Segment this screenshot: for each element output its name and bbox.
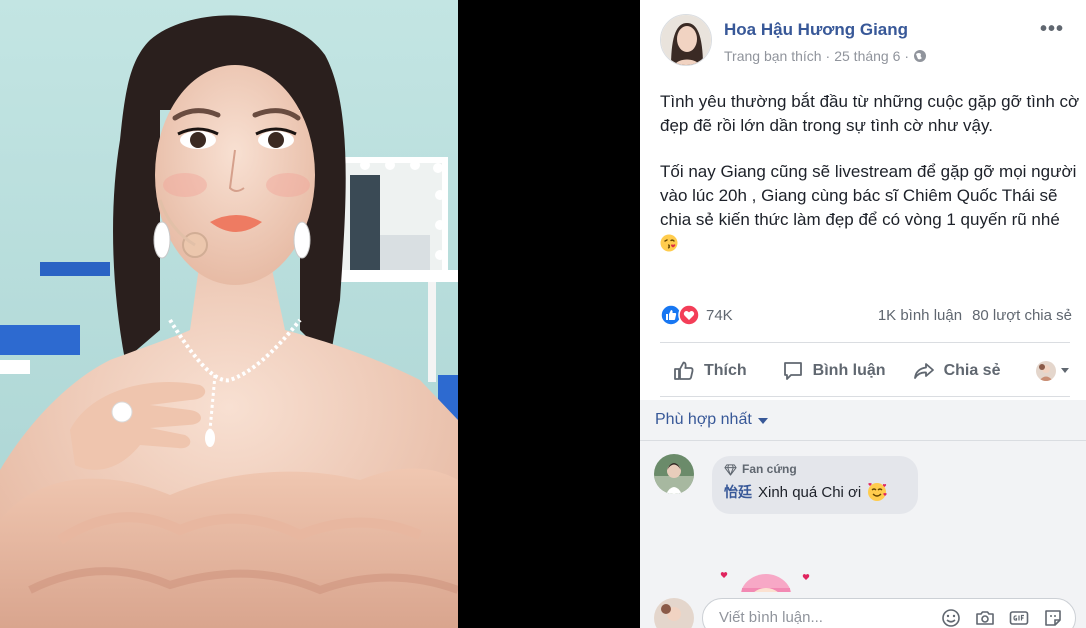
share-button[interactable]: Chia sẻ bbox=[912, 349, 1001, 393]
sticker-icon[interactable] bbox=[1043, 608, 1063, 628]
post-paragraph: Tình yêu thường bắt đầu từ những cuộc gặ… bbox=[660, 92, 1080, 135]
post-date[interactable]: 25 tháng 6 bbox=[834, 48, 900, 64]
thumbs-up-icon bbox=[674, 361, 694, 380]
sort-label: Phù hợp nhất bbox=[655, 411, 752, 428]
share-icon bbox=[913, 363, 934, 379]
comment-count[interactable]: 1K bình luận bbox=[878, 307, 962, 324]
reaction-icons[interactable] bbox=[660, 304, 700, 326]
meta-separator: · bbox=[904, 48, 910, 64]
post-paragraph-2: Tối nay Giang cũng sẽ livestream để gặp … bbox=[660, 160, 1080, 256]
comment-icon bbox=[783, 362, 802, 380]
comment-text: Xinh quá Chi ơi bbox=[758, 483, 862, 501]
badge-label: Fan cứng bbox=[742, 462, 797, 476]
comment-composer: Viết bình luận... bbox=[640, 592, 1086, 628]
page-relation[interactable]: Trang bạn thích bbox=[724, 48, 822, 64]
camera-icon[interactable] bbox=[975, 608, 995, 628]
share-label: Chia sẻ bbox=[943, 362, 1001, 379]
smiling-face-with-hearts-icon bbox=[867, 482, 887, 502]
fan-badge[interactable]: Fan cứng bbox=[724, 462, 906, 476]
post-body: Tình yêu thường bắt đầu từ những cuộc gặ… bbox=[660, 90, 1080, 278]
share-count[interactable]: 80 lượt chia sẻ bbox=[972, 307, 1072, 324]
chevron-down-icon bbox=[1060, 367, 1070, 375]
reactions-bar: 74K 1K bình luận 80 lượt chia sẻ bbox=[660, 302, 1072, 328]
more-options-button[interactable]: ••• bbox=[1040, 18, 1064, 41]
avatar[interactable] bbox=[654, 598, 694, 628]
post-paragraph-text: Tối nay Giang cũng sẽ livestream để gặp … bbox=[660, 162, 1077, 229]
gif-icon[interactable] bbox=[1009, 608, 1029, 628]
reaction-count[interactable]: 74K bbox=[706, 307, 733, 324]
comment-input[interactable]: Viết bình luận... bbox=[702, 598, 1076, 628]
kissing-face-icon bbox=[660, 234, 678, 252]
comment-button[interactable]: Bình luận bbox=[781, 349, 886, 393]
post-meta: Trang bạn thích · 25 tháng 6 · bbox=[724, 48, 927, 64]
commenter-avatar[interactable] bbox=[654, 454, 694, 494]
reaction-as-selector[interactable] bbox=[1036, 361, 1070, 381]
diamond-icon bbox=[724, 463, 737, 476]
comment-label: Bình luận bbox=[812, 362, 886, 379]
divider bbox=[660, 342, 1070, 343]
post-actions: Thích Bình luận Chia sẻ bbox=[660, 348, 1072, 394]
like-label: Thích bbox=[704, 362, 747, 379]
post-panel: Hoa Hậu Hương Giang Trang bạn thích · 25… bbox=[640, 0, 1086, 628]
post-photo[interactable] bbox=[0, 0, 458, 628]
photo-viewer bbox=[0, 0, 640, 628]
comment-bubble: Fan cứng 怡廷 Xinh quá Chi ơi bbox=[712, 456, 918, 514]
chevron-down-icon bbox=[757, 418, 768, 424]
comment-sort-dropdown[interactable]: Phù hợp nhất bbox=[655, 411, 768, 429]
post-header: Hoa Hậu Hương Giang Trang bạn thích · 25… bbox=[660, 14, 1070, 70]
avatar bbox=[1036, 361, 1056, 381]
meta-separator: · bbox=[825, 48, 831, 64]
divider bbox=[660, 396, 1070, 397]
divider bbox=[640, 440, 1086, 441]
globe-icon bbox=[913, 49, 927, 63]
like-button[interactable]: Thích bbox=[672, 349, 747, 393]
commenter-name[interactable]: 怡廷 bbox=[724, 482, 752, 502]
author-avatar[interactable] bbox=[660, 14, 712, 66]
comment-placeholder: Viết bình luận... bbox=[719, 609, 823, 626]
author-name[interactable]: Hoa Hậu Hương Giang bbox=[724, 20, 908, 40]
love-icon bbox=[678, 304, 700, 326]
smile-icon[interactable] bbox=[941, 608, 961, 628]
